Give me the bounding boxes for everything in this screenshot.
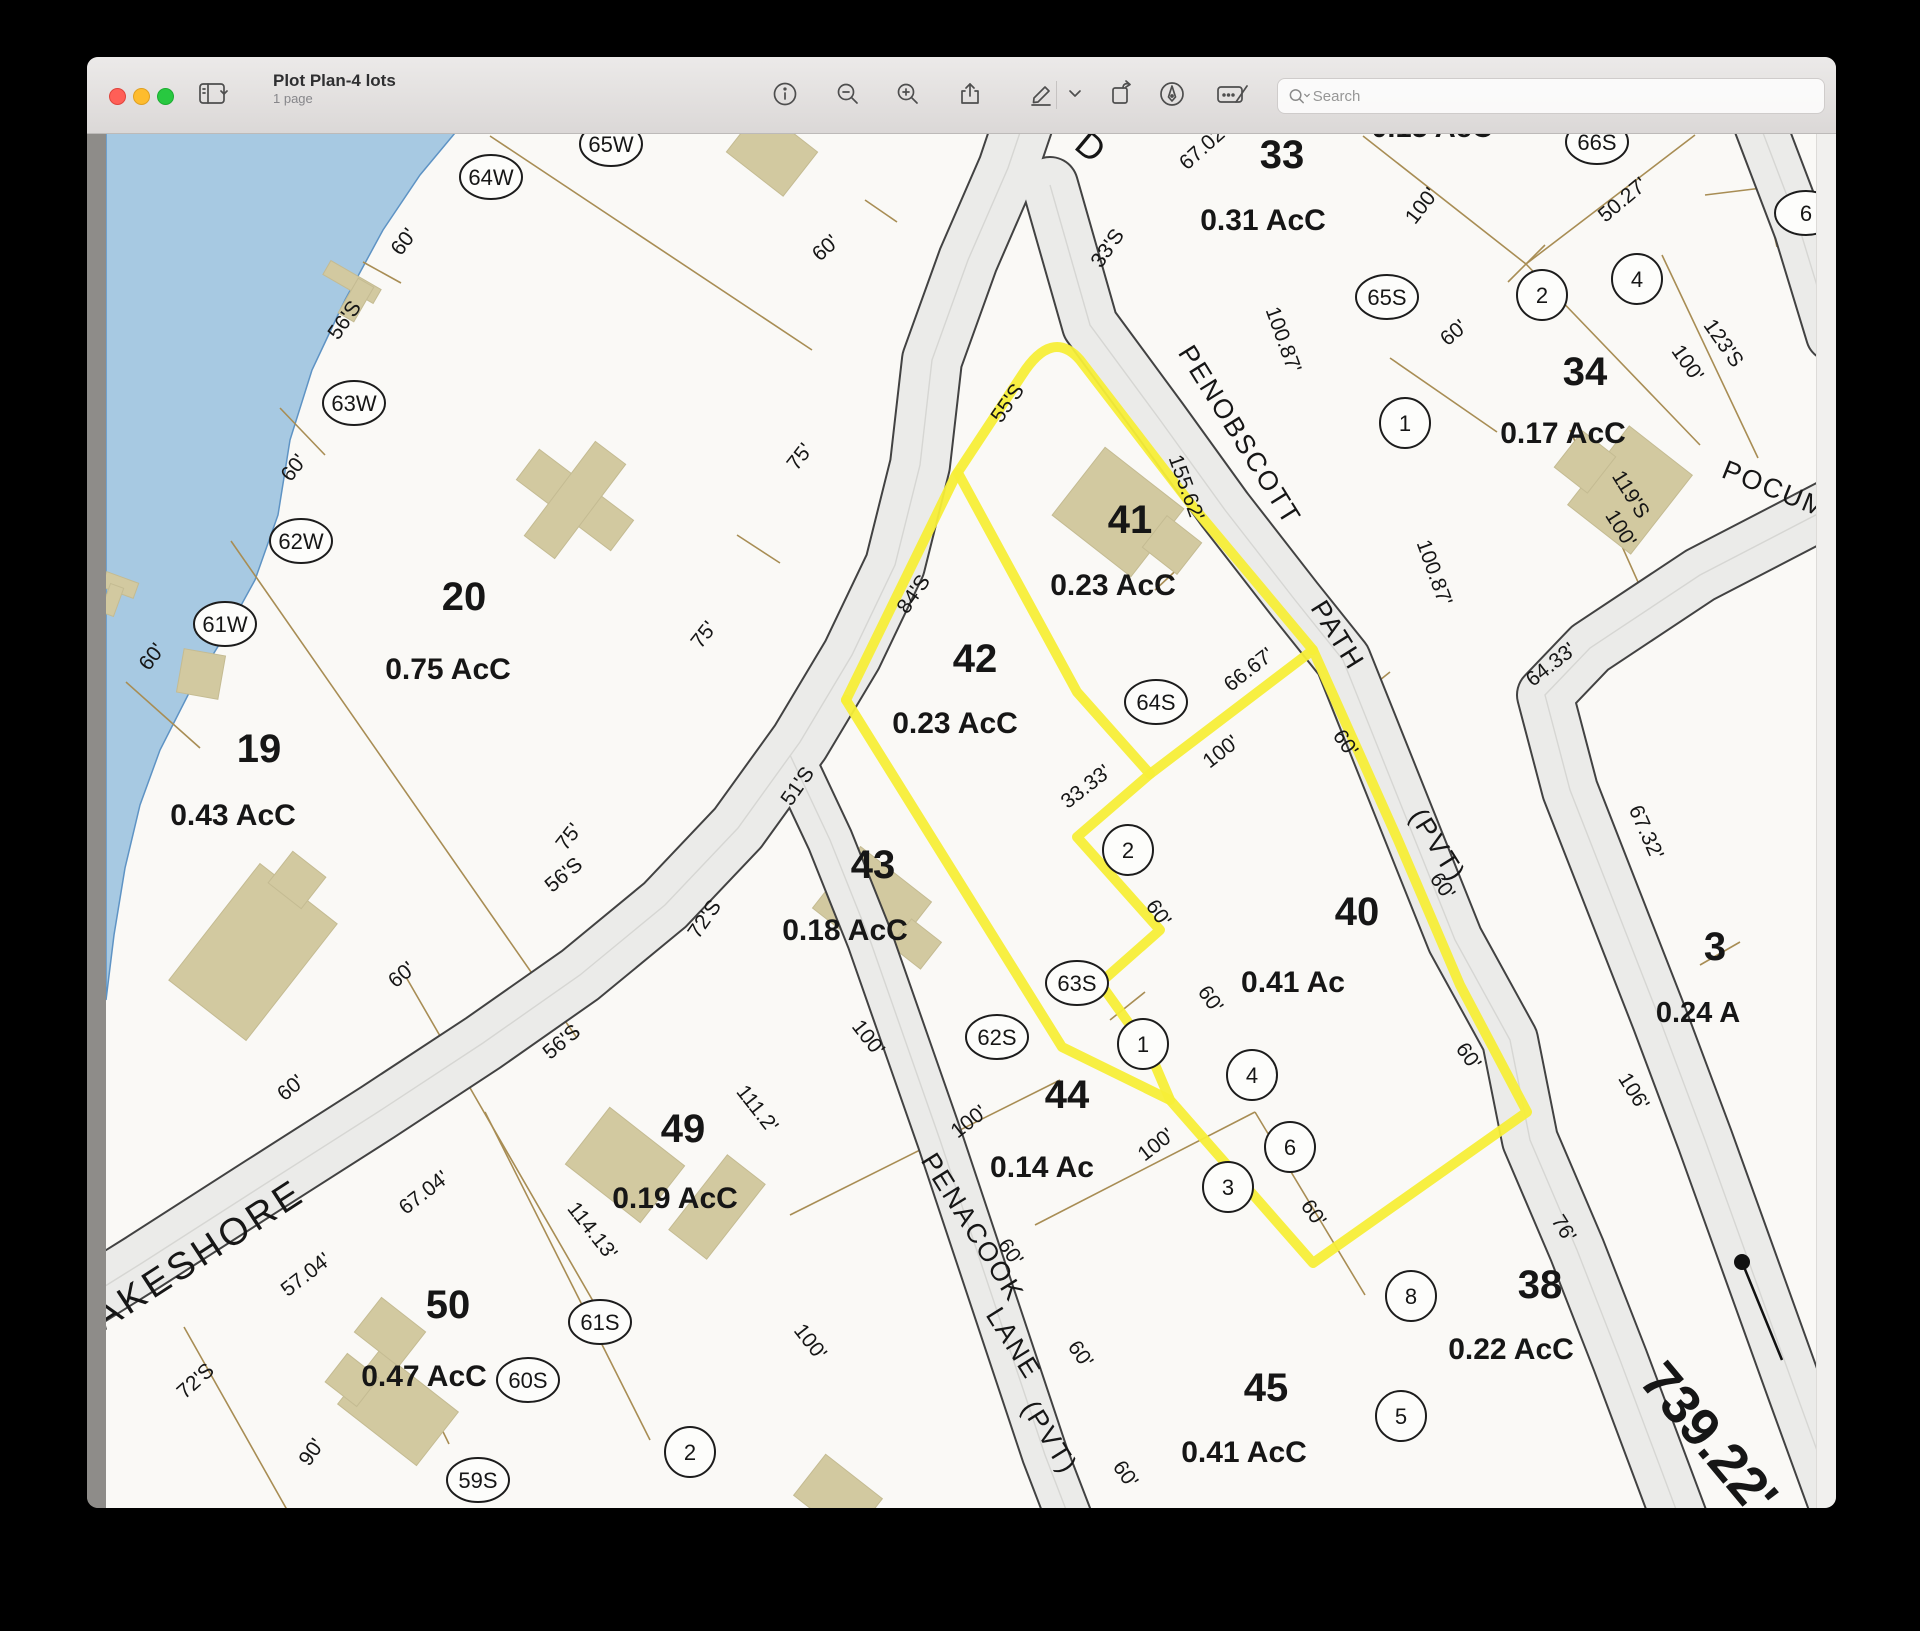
markup-chevron-button[interactable] [1053,72,1097,116]
lot-number-label: 41 [1108,498,1153,542]
lot-number-label: 40 [1335,890,1380,934]
lot-acreage-label: 0.31 AcC [1200,204,1326,237]
lot-acreage-label: 0.41 AcC [1181,1436,1307,1469]
preview-window: Plot Plan-4 lots 1 page [87,57,1836,1508]
lot-number-label: 38 [1518,1263,1563,1307]
lot-acreage-label: 0.75 AcC [385,653,511,686]
chevron-down-icon [1066,88,1084,100]
share-button[interactable] [948,72,992,116]
vertical-scrollbar[interactable] [1816,133,1836,1508]
site-marker-label: 5 [1395,1404,1407,1429]
zoom-out-button[interactable] [826,72,870,116]
well-marker-label: 6 [1800,201,1812,226]
fill-sign-icon [1216,82,1248,106]
lot-number-label: 33 [1260,133,1305,177]
zoom-window-button[interactable] [157,88,174,105]
title-bar: Plot Plan-4 lots 1 page [87,57,1836,134]
site-marker-label: 8 [1405,1284,1417,1309]
site-marker-label: 1 [1399,411,1411,436]
site-marker-label: 4 [1631,267,1643,292]
zoom-out-icon [835,81,861,107]
well-marker-label: 59S [458,1468,497,1493]
pen-tip-icon [1158,80,1186,108]
well-marker-label: 65S [1367,285,1406,310]
pdf-page[interactable]: LAKESHOREPENACOOKLANE(PVT)PENOBSCOTTPATH… [106,133,1817,1508]
content-gutter [87,133,106,1508]
lot-number-label: 44 [1045,1073,1090,1117]
lot-acreage-label: 0.43 AcC [170,799,296,832]
plot-plan-drawing: LAKESHOREPENACOOKLANE(PVT)PENOBSCOTTPATH… [106,133,1817,1508]
lot-number-label: 49 [661,1107,706,1151]
sidebar-toggle-button[interactable] [191,72,235,116]
share-icon [957,81,983,107]
site-marker-label: 1 [1137,1032,1149,1057]
lot-number-label: 20 [442,575,487,619]
well-marker-label: 60S [508,1368,547,1393]
lot-number-label: 43 [851,843,896,887]
site-marker-label: 2 [1536,283,1548,308]
well-marker-label: 62S [977,1025,1016,1050]
search-input[interactable] [1311,87,1814,106]
search-field[interactable] [1277,78,1825,114]
well-marker-label: 63S [1057,971,1096,996]
lot-number-label: 34 [1563,350,1608,394]
lot-acreage-label: 0.14 Ac [990,1151,1094,1184]
site-marker-label: 2 [1122,838,1134,863]
well-marker-label: 63W [331,391,376,416]
partial-lot-label: 0.24 A [1656,997,1740,1029]
partial-lot-label: 0.15 AcC [1371,133,1492,144]
well-marker-label: 61S [580,1310,619,1335]
lot-acreage-label: 0.17 AcC [1500,417,1626,450]
rotate-button[interactable] [1100,72,1144,116]
well-marker-label: 62W [278,529,323,554]
lot-acreage-label: 0.18 AcC [782,914,908,947]
lot-acreage-label: 0.47 AcC [361,1360,487,1393]
sidebar-icon [198,82,228,106]
markup-pencil-icon [1026,81,1054,107]
lot-acreage-label: 0.23 AcC [892,707,1018,740]
close-button[interactable] [109,88,126,105]
partial-lot-label: 3 [1704,925,1726,969]
site-marker-label: 4 [1246,1063,1258,1088]
window-content: LAKESHOREPENACOOKLANE(PVT)PENOBSCOTTPATH… [87,133,1836,1508]
screen-background: Plot Plan-4 lots 1 page [0,0,1920,1631]
lot-number-label: 19 [237,727,282,771]
fill-sign-button[interactable] [1210,72,1254,116]
lot-acreage-label: 0.22 AcC [1448,1333,1574,1366]
lot-acreage-label: 0.23 AcC [1050,569,1176,602]
annotate-button[interactable] [1150,72,1194,116]
site-marker-label: 3 [1222,1175,1234,1200]
well-marker-label: 65W [588,133,633,157]
well-marker-label: 64S [1136,690,1175,715]
lot-number-label: 50 [426,1283,471,1327]
lot-acreage-label: 0.41 Ac [1241,966,1345,999]
document-title: Plot Plan-4 lots [273,71,396,91]
rotate-icon [1108,80,1136,108]
zoom-in-button[interactable] [886,72,930,116]
building [176,649,225,700]
lot-number-label: 45 [1244,1366,1289,1410]
document-title-block: Plot Plan-4 lots 1 page [273,71,396,107]
info-button[interactable] [763,72,807,116]
lot-number-label: 42 [953,637,998,681]
lot-acreage-label: 0.19 AcC [612,1182,738,1215]
search-icon [1288,87,1311,105]
site-marker-label: 6 [1284,1135,1296,1160]
site-marker-label: 2 [684,1440,696,1465]
info-icon [772,81,798,107]
pin-marker [1734,1254,1750,1270]
minimize-button[interactable] [133,88,150,105]
well-marker-label: 61W [202,612,247,637]
well-marker-label: 64W [468,165,513,190]
well-marker-label: 66S [1577,133,1616,155]
page-count: 1 page [273,91,396,107]
zoom-in-icon [895,81,921,107]
